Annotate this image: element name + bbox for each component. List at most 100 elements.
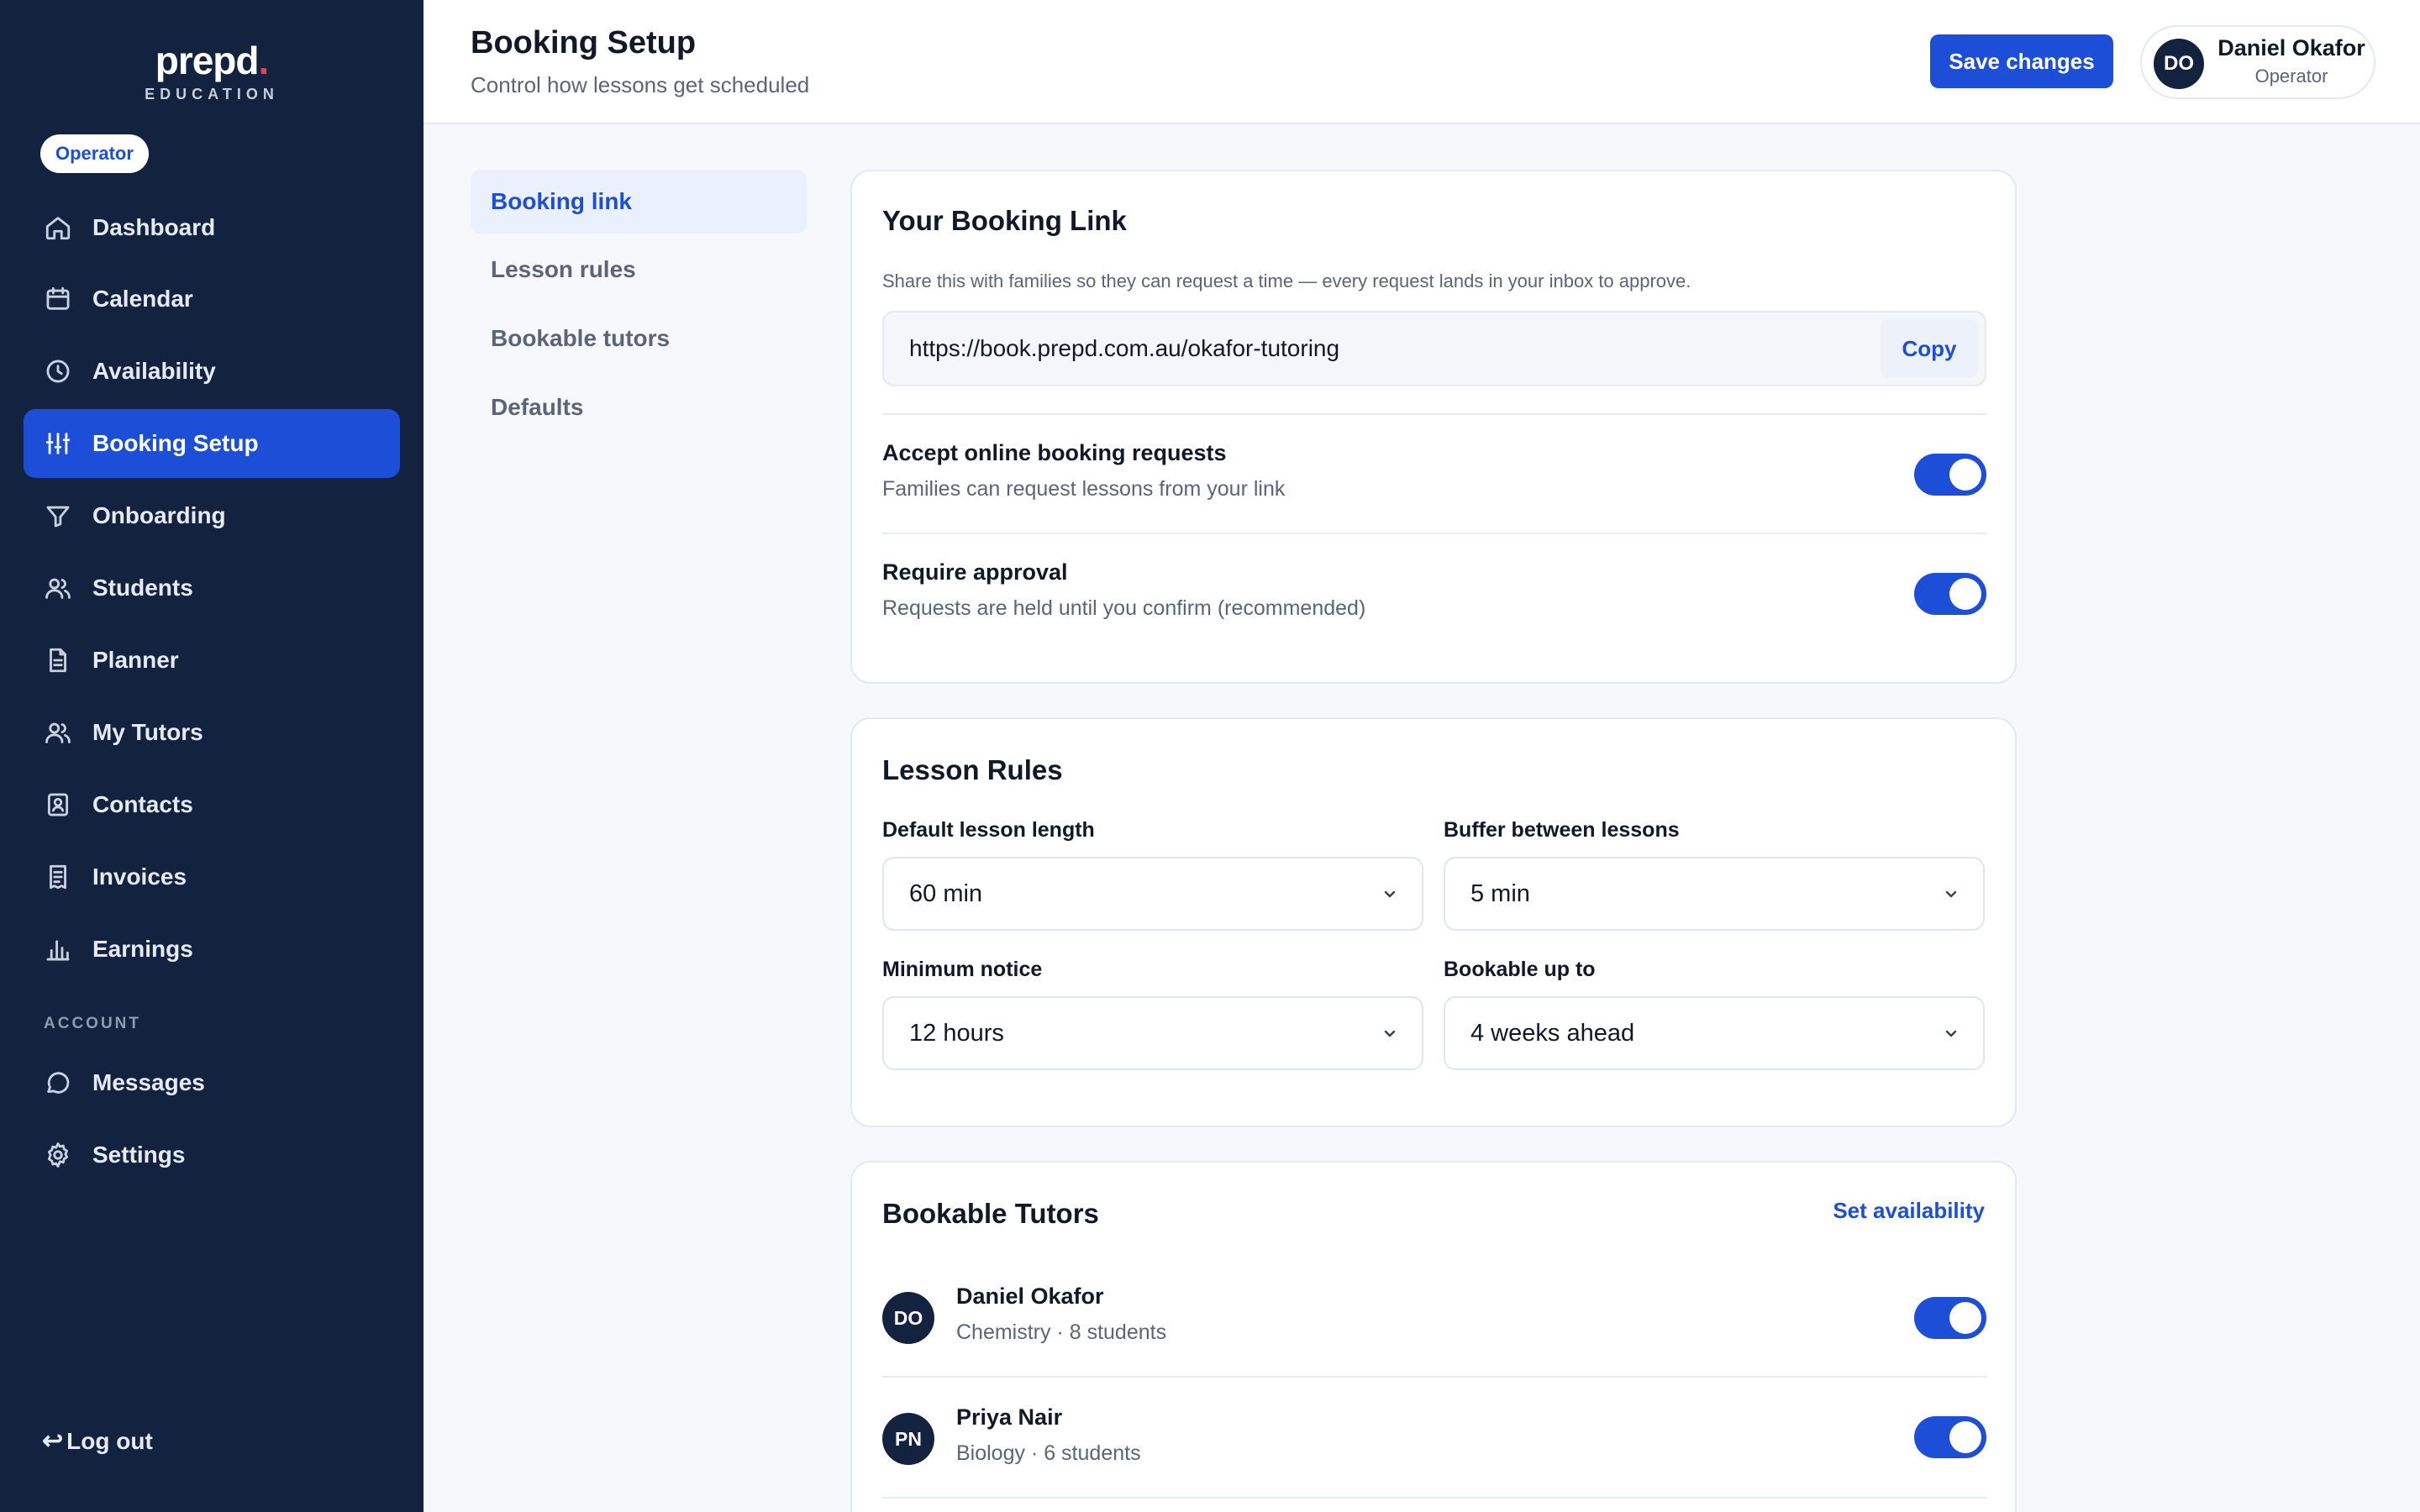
- select-value: 5 min: [1470, 880, 1530, 907]
- sidebar: prepd. EDUCATION Operator Dashboard Cale…: [0, 0, 424, 1512]
- chat-bubble-icon: [24, 1048, 92, 1117]
- logout-icon: ↩: [42, 1427, 64, 1455]
- nav-item-earnings[interactable]: Earnings: [24, 915, 400, 984]
- select-value: 60 min: [909, 880, 983, 907]
- users-icon: [24, 554, 92, 622]
- avatar: DO: [882, 1292, 934, 1344]
- select-value: 12 hours: [909, 1020, 1004, 1047]
- nav-item-availability[interactable]: Availability: [24, 337, 400, 406]
- tutor-bookable-toggle[interactable]: [1914, 1297, 1986, 1339]
- tutor-meta: Chemistry · 8 students: [956, 1320, 1167, 1344]
- calendar-icon: [24, 265, 92, 333]
- save-changes-button[interactable]: Save changes: [1930, 34, 2113, 88]
- nav-item-messages[interactable]: Messages: [24, 1048, 400, 1117]
- role-badge: Operator: [40, 134, 149, 173]
- default-length-label: Default lesson length: [882, 818, 1095, 842]
- nav-item-settings[interactable]: Settings: [24, 1121, 400, 1189]
- subnav-bookable-tutors[interactable]: Bookable tutors: [471, 307, 807, 370]
- booking-link-card: Your Booking Link Share this with famili…: [850, 170, 2017, 684]
- nav-item-booking-setup[interactable]: Booking Setup: [24, 409, 400, 478]
- copy-link-button[interactable]: Copy: [1881, 319, 1978, 378]
- user-menu[interactable]: DO Daniel Okafor Operator: [2140, 25, 2375, 99]
- subnav-booking-link[interactable]: Booking link: [471, 170, 807, 234]
- toggle-knob: [1949, 459, 1981, 491]
- user-name: Daniel Okafor: [2217, 35, 2365, 60]
- lesson-rules-card: Lesson Rules Default lesson length 60 mi…: [850, 717, 2017, 1127]
- sliders-icon: [24, 409, 92, 478]
- card-description: Share this with families so they can req…: [882, 270, 1691, 291]
- subnav-defaults[interactable]: Defaults: [471, 375, 807, 439]
- chevron-down-icon: [1941, 884, 1961, 904]
- brand-wordmark: prepd.: [155, 39, 270, 82]
- chevron-down-icon: [1380, 884, 1400, 904]
- tutor-bookable-toggle[interactable]: [1914, 1416, 1986, 1458]
- accept-requests-title: Accept online booking requests: [882, 440, 1227, 465]
- chevron-down-icon: [1941, 1023, 1961, 1043]
- users-icon: [24, 698, 92, 767]
- toggle-knob: [1949, 578, 1981, 610]
- nav-item-my-tutors[interactable]: My Tutors: [24, 698, 400, 767]
- nav-item-label: My Tutors: [92, 719, 203, 745]
- nav-item-label: Earnings: [92, 936, 193, 962]
- nav-item-label: Onboarding: [92, 502, 226, 528]
- receipt-icon: [24, 843, 92, 911]
- nav-item-label: Dashboard: [92, 214, 216, 240]
- logout-label: Log out: [66, 1427, 153, 1454]
- select-value: 4 weeks ahead: [1470, 1020, 1635, 1047]
- nav-item-onboarding[interactable]: Onboarding: [24, 481, 400, 550]
- nav-item-planner[interactable]: Planner: [24, 626, 400, 695]
- nav-item-label: Planner: [92, 647, 179, 673]
- booking-url: https://book.prepd.com.au/okafor-tutorin…: [909, 335, 1340, 361]
- buffer-select[interactable]: 5 min: [1444, 857, 1985, 931]
- tutor-name: Daniel Okafor: [956, 1284, 1104, 1309]
- nav-item-label: Invoices: [92, 864, 187, 890]
- page-title: Booking Setup: [471, 25, 697, 60]
- nav-item-label: Messages: [92, 1069, 205, 1095]
- nav-item-students[interactable]: Students: [24, 554, 400, 622]
- bookable-up-to-select[interactable]: 4 weeks ahead: [1444, 996, 1985, 1070]
- require-approval-subtitle: Requests are held until you confirm (rec…: [882, 596, 1366, 620]
- default-length-select[interactable]: 60 min: [882, 857, 1423, 931]
- require-approval-title: Require approval: [882, 559, 1068, 585]
- accept-requests-toggle[interactable]: [1914, 454, 1986, 496]
- nav-item-label: Booking Setup: [92, 430, 259, 456]
- min-notice-label: Minimum notice: [882, 958, 1043, 981]
- page-subtitle: Control how lessons get scheduled: [471, 72, 810, 97]
- nav-item-dashboard[interactable]: Dashboard: [24, 193, 400, 262]
- set-availability-link[interactable]: Set availability: [1833, 1198, 1985, 1224]
- nav-item-label: Settings: [92, 1142, 186, 1168]
- subnav-lesson-rules[interactable]: Lesson rules: [471, 238, 807, 302]
- bookable-up-to-label: Bookable up to: [1444, 958, 1596, 981]
- filter-icon: [24, 481, 92, 550]
- divider: [882, 413, 1986, 415]
- clock-icon: [24, 337, 92, 406]
- nav-item-label: Students: [92, 575, 193, 601]
- toggle-knob: [1949, 1302, 1981, 1334]
- card-title: Lesson Rules: [882, 754, 1063, 785]
- toggle-knob: [1949, 1421, 1981, 1453]
- divider: [882, 1497, 1986, 1499]
- nav-item-calendar[interactable]: Calendar: [24, 265, 400, 333]
- divider: [882, 533, 1986, 534]
- brand-logo[interactable]: prepd. EDUCATION: [0, 37, 424, 103]
- card-title: Bookable Tutors: [882, 1198, 1099, 1229]
- divider: [882, 1376, 1986, 1378]
- page-header: Booking Setup Control how lessons get sc…: [424, 0, 2420, 124]
- booking-url-field[interactable]: https://book.prepd.com.au/okafor-tutorin…: [882, 311, 1986, 386]
- nav-item-contacts[interactable]: Contacts: [24, 770, 400, 839]
- bar-chart-icon: [24, 915, 92, 984]
- tutor-name: Priya Nair: [956, 1404, 1063, 1430]
- account-section-heading: ACCOUNT: [44, 1015, 141, 1032]
- nav-item-invoices[interactable]: Invoices: [24, 843, 400, 911]
- bookable-tutors-card: Bookable Tutors Set availability DO Dani…: [850, 1161, 2017, 1512]
- avatar: DO: [2154, 39, 2204, 89]
- user-role: Operator: [2254, 66, 2328, 87]
- min-notice-select[interactable]: 12 hours: [882, 996, 1423, 1070]
- nav-item-label: Contacts: [92, 791, 193, 817]
- logout-button[interactable]: ↩ Log out: [42, 1426, 153, 1456]
- card-title: Your Booking Link: [882, 205, 1127, 236]
- nav-item-label: Calendar: [92, 286, 193, 312]
- tutor-meta: Biology · 6 students: [956, 1441, 1141, 1465]
- nav-item-label: Availability: [92, 358, 216, 384]
- require-approval-toggle[interactable]: [1914, 573, 1986, 615]
